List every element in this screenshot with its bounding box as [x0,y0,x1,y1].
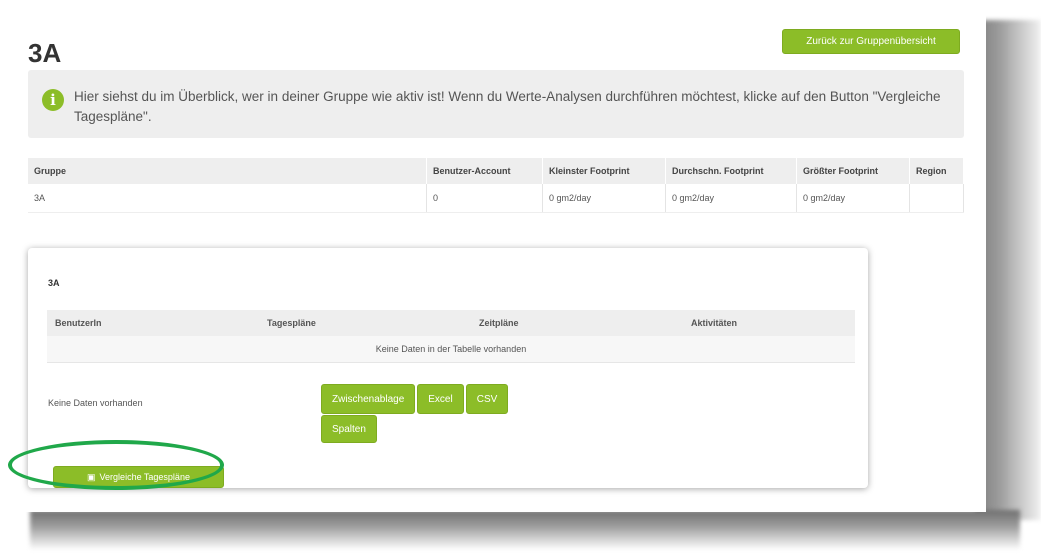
column-header-zeitplaene[interactable]: Zeitpläne [471,310,683,336]
column-header-gruppe[interactable]: Gruppe [28,158,427,184]
table-row: Keine Daten in der Tabelle vorhanden [47,336,855,363]
info-text: Hier siehst du im Überblick, wer in dein… [74,89,941,124]
excel-export-button[interactable]: Excel [417,384,464,414]
copy-clipboard-button[interactable]: Zwischenablage [321,384,416,414]
column-header-benutzer-account[interactable]: Benutzer-Account [426,158,543,184]
back-to-groups-button[interactable]: Zurück zur Gruppenübersicht [782,29,960,54]
column-header-region[interactable]: Region [909,158,964,184]
group-detail-page: 3A Zurück zur Gruppenübersicht i Hier si… [12,12,986,512]
table-cell [909,184,964,213]
camera-icon: ▣ [87,471,96,482]
column-header-durchschn-footprint[interactable]: Durchschn. Footprint [665,158,797,184]
compare-button-label: Vergleiche Tagespläne [99,472,190,482]
export-button-group: Zwischenablage Excel CSV [321,384,509,414]
empty-table-message: Keine Daten in der Tabelle vorhanden [47,336,855,363]
compare-dayplans-button[interactable]: ▣ Vergleiche Tagespläne [53,466,224,488]
page-title: 3A [28,38,62,68]
table-cell: 0 gm2/day [796,184,910,213]
table-cell: 0 gm2/day [542,184,666,213]
columns-button[interactable]: Spalten [321,415,377,443]
column-header-tagesplaene[interactable]: Tagespläne [259,310,471,336]
no-data-text: Keine Daten vorhanden [48,398,143,408]
info-icon: i [42,89,64,111]
table-cell: 3A [28,184,427,213]
screenshot-shadow-bottom [30,510,1020,550]
group-overview-table: Gruppe Benutzer-Account Kleinster Footpr… [28,158,964,213]
column-header-benutzerin[interactable]: BenutzerIn [47,310,259,336]
members-table: BenutzerIn Tagespläne Zeitpläne Aktivitä… [47,310,855,363]
table-cell: 0 gm2/day [665,184,797,213]
table-cell: 0 [426,184,543,213]
table-row: 3A 0 0 gm2/day 0 gm2/day 0 gm2/day [28,184,964,213]
column-header-kleinster-footprint[interactable]: Kleinster Footprint [542,158,666,184]
column-header-groesster-footprint[interactable]: Größter Footprint [796,158,910,184]
group-members-card: 3A BenutzerIn Tagespläne Zeitpläne Aktiv… [28,248,868,488]
card-title: 3A [48,278,60,288]
table-header-row: BenutzerIn Tagespläne Zeitpläne Aktivitä… [47,310,855,336]
info-box: i Hier siehst du im Überblick, wer in de… [28,70,964,138]
csv-export-button[interactable]: CSV [465,384,509,414]
table-header-row: Gruppe Benutzer-Account Kleinster Footpr… [28,158,964,184]
column-header-aktivitaeten[interactable]: Aktivitäten [683,310,855,336]
